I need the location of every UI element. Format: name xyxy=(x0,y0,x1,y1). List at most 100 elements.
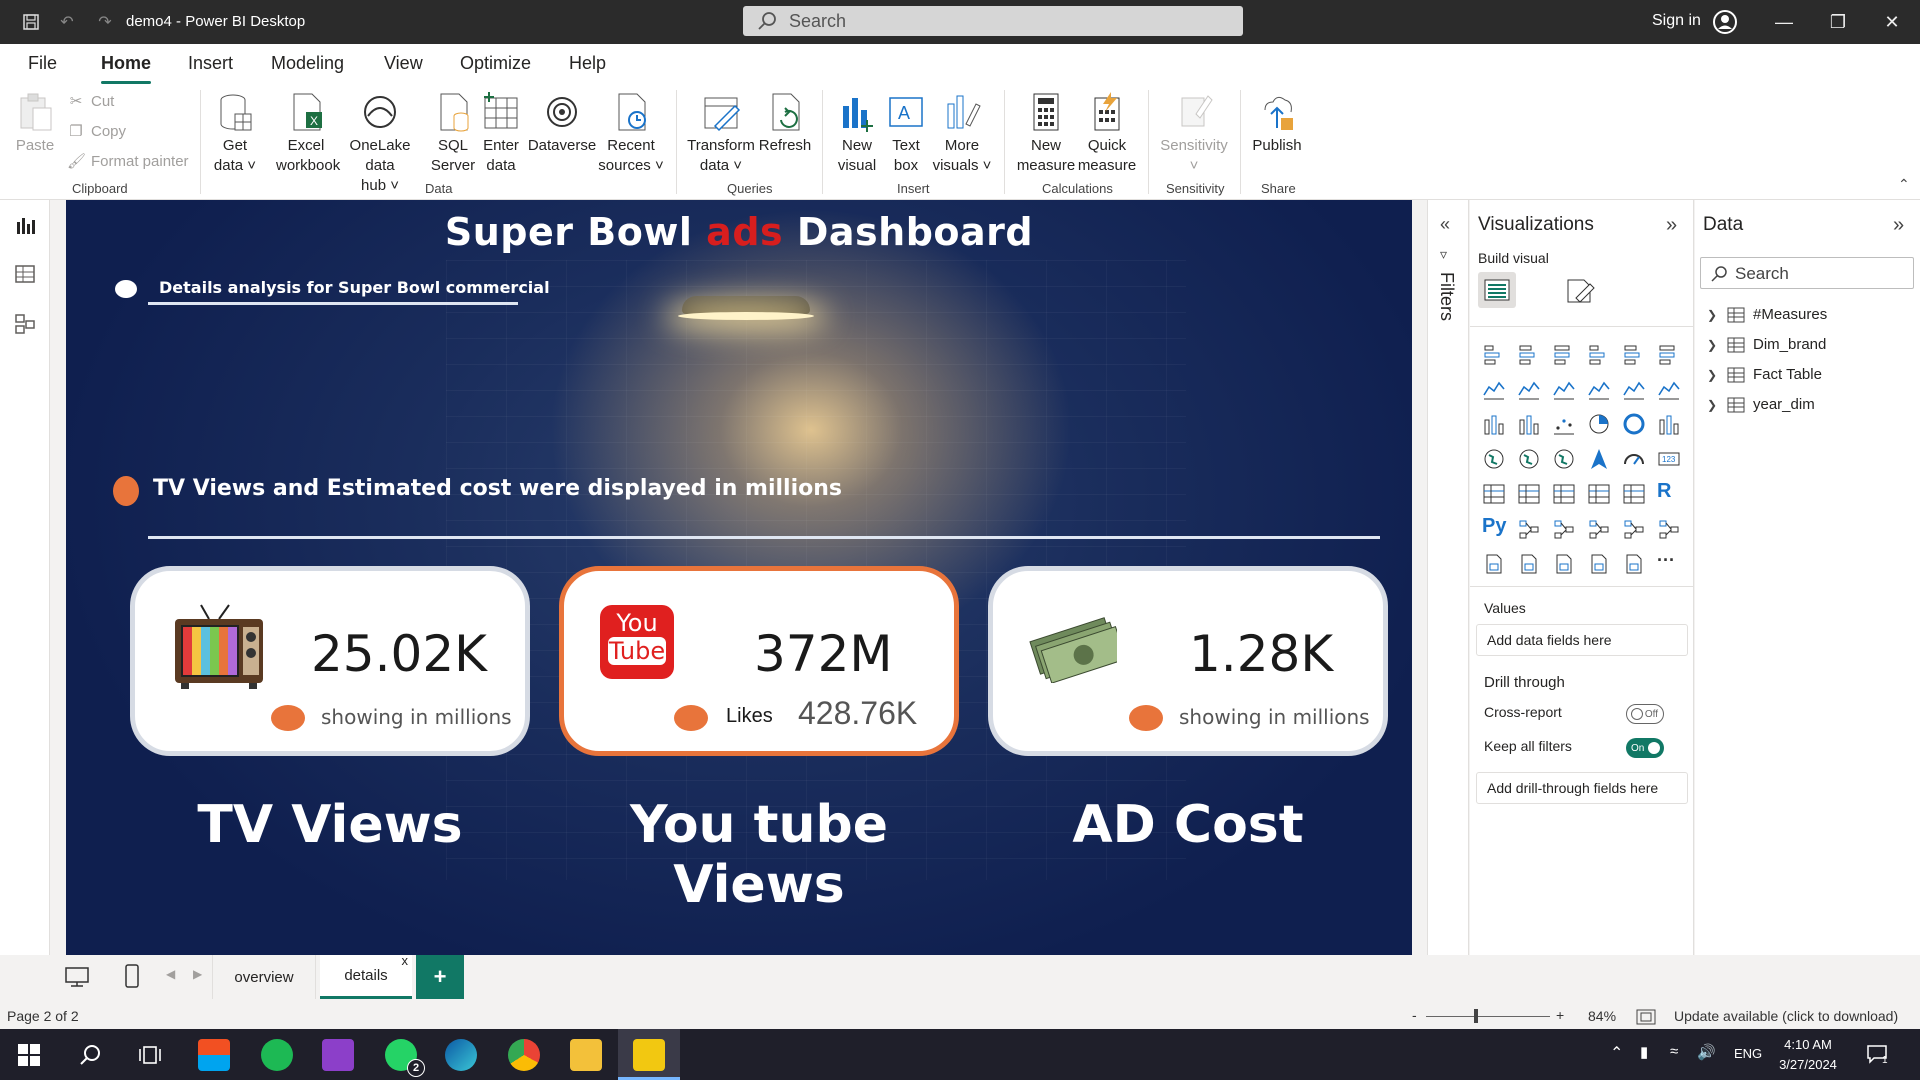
edge-icon[interactable] xyxy=(445,1039,477,1071)
line-chart-icon[interactable] xyxy=(1482,377,1506,401)
fit-to-page-icon[interactable] xyxy=(1636,1008,1656,1026)
copy-button[interactable]: ❐ Copy xyxy=(67,122,126,141)
paginated-report-icon[interactable] xyxy=(1482,552,1506,576)
line-clustered-column-chart-icon[interactable] xyxy=(1587,377,1611,401)
clustered-column-chart-icon[interactable] xyxy=(1587,342,1611,366)
matrix-icon[interactable] xyxy=(1622,482,1646,506)
wifi-icon[interactable]: ≈ xyxy=(1670,1043,1678,1060)
table-item[interactable]: ❯ year_dim xyxy=(1707,396,1815,413)
zoom-out-button[interactable]: - xyxy=(1412,1007,1417,1023)
language-indicator[interactable]: ENG xyxy=(1734,1046,1762,1061)
onelake-hub-button[interactable]: OneLake data hub ˅ xyxy=(334,90,426,196)
volume-icon[interactable]: 🔊 xyxy=(1697,1043,1716,1061)
previous-page-icon[interactable]: ◀ xyxy=(166,967,175,981)
redo-icon[interactable]: ↷ xyxy=(94,11,116,33)
add-page-button[interactable]: + xyxy=(416,955,464,999)
close-icon[interactable]: ✕ xyxy=(1880,10,1904,34)
ad-cost-card[interactable]: 1.28K showing in millions xyxy=(988,566,1388,756)
shape-map-icon[interactable] xyxy=(1552,447,1576,471)
publish-button[interactable]: Publish xyxy=(1248,90,1306,156)
r-visual-icon[interactable]: R xyxy=(1657,480,1671,503)
power-automate-icon[interactable] xyxy=(1622,552,1646,576)
next-page-icon[interactable]: ▶ xyxy=(193,967,202,981)
key-influencers-icon[interactable] xyxy=(1517,517,1541,541)
new-visual-button[interactable]: New visual xyxy=(832,90,882,176)
more-visuals-button[interactable]: More visuals ˅ xyxy=(930,90,994,176)
more-visuals-icon[interactable]: ··· xyxy=(1657,550,1675,571)
filters-pane-collapsed[interactable]: « ▿ Filters xyxy=(1427,200,1469,955)
enter-data-button[interactable]: Enter data xyxy=(478,90,524,176)
file-explorer-icon[interactable] xyxy=(570,1039,602,1071)
pdf-app-icon[interactable] xyxy=(322,1039,354,1071)
collapse-data-icon[interactable]: » xyxy=(1893,214,1904,237)
area-chart-icon[interactable] xyxy=(1517,377,1541,401)
chrome-icon[interactable] xyxy=(508,1039,540,1071)
format-visual-icon[interactable] xyxy=(1564,276,1596,306)
map-icon[interactable] xyxy=(1482,447,1506,471)
transform-data-button[interactable]: Transform data ˅ xyxy=(686,90,756,176)
filled-map-icon[interactable] xyxy=(1517,447,1541,471)
line-stacked-column-chart-icon[interactable] xyxy=(1622,377,1646,401)
waterfall-chart-icon[interactable] xyxy=(1482,412,1506,436)
tv-views-card[interactable]: 25.02K showing in millions xyxy=(130,566,530,756)
azure-map-icon[interactable] xyxy=(1587,447,1611,471)
metrics-icon[interactable] xyxy=(1657,517,1681,541)
new-slicer-icon[interactable] xyxy=(1552,552,1576,576)
stacked-column-chart-icon[interactable] xyxy=(1517,342,1541,366)
refresh-button[interactable]: Refresh xyxy=(756,90,814,156)
desktop-layout-icon[interactable] xyxy=(64,965,90,989)
recent-sources-button[interactable]: Recent sources ˅ xyxy=(596,90,666,176)
build-visual-tab[interactable] xyxy=(1478,272,1516,308)
tab-overview[interactable]: overview xyxy=(212,955,316,999)
power-bi-icon[interactable] xyxy=(633,1039,665,1071)
menu-optimize[interactable]: Optimize xyxy=(460,53,531,74)
update-available-link[interactable]: Update available (click to download) xyxy=(1674,1008,1898,1024)
menu-insert[interactable]: Insert xyxy=(188,53,233,74)
menu-file[interactable]: File xyxy=(28,53,57,74)
drill-through-well[interactable]: Add drill-through fields here xyxy=(1476,772,1688,804)
100-stacked-bar-chart-icon[interactable] xyxy=(1622,342,1646,366)
new-measure-button[interactable]: New measure xyxy=(1014,90,1078,176)
excel-workbook-button[interactable]: X Excel workbook xyxy=(276,90,340,176)
donut-chart-icon[interactable] xyxy=(1622,412,1646,436)
model-view-icon[interactable] xyxy=(13,312,37,336)
mobile-layout-icon[interactable] xyxy=(124,963,140,989)
microsoft-store-icon[interactable] xyxy=(198,1039,230,1071)
minimize-icon[interactable]: — xyxy=(1772,10,1796,34)
power-apps-icon[interactable] xyxy=(1587,552,1611,576)
spotify-icon[interactable] xyxy=(261,1039,293,1071)
collapse-visualizations-icon[interactable]: » xyxy=(1666,214,1677,237)
taskbar-search-icon[interactable] xyxy=(78,1043,102,1067)
search-input[interactable]: Search xyxy=(743,6,1243,36)
user-avatar-icon[interactable] xyxy=(1712,9,1738,35)
ribbon-chart-icon[interactable] xyxy=(1657,377,1681,401)
cross-report-toggle[interactable]: Off xyxy=(1626,704,1664,724)
battery-icon[interactable]: ▮ xyxy=(1640,1043,1648,1061)
collapse-ribbon-icon[interactable]: ⌃ xyxy=(1898,176,1910,193)
decomposition-tree-icon[interactable] xyxy=(1552,517,1576,541)
sql-server-button[interactable]: SQL Server xyxy=(428,90,478,176)
menu-modeling[interactable]: Modeling xyxy=(271,53,344,74)
tab-details[interactable]: details x xyxy=(320,953,412,999)
zoom-in-button[interactable]: + xyxy=(1556,1007,1564,1023)
paste-button[interactable]: Paste xyxy=(14,90,56,156)
table-item[interactable]: ❯ Dim_brand xyxy=(1707,336,1826,353)
save-icon[interactable] xyxy=(20,11,42,33)
task-view-icon[interactable] xyxy=(138,1043,162,1067)
100-stacked-column-chart-icon[interactable] xyxy=(1657,342,1681,366)
close-tab-icon[interactable]: x xyxy=(402,953,409,968)
smart-narrative-icon[interactable] xyxy=(1622,517,1646,541)
sign-in-link[interactable]: Sign in xyxy=(1652,12,1701,30)
report-view-icon[interactable] xyxy=(13,214,37,238)
python-visual-icon[interactable]: Py xyxy=(1482,515,1506,538)
format-painter-button[interactable]: 🖌 Format painter xyxy=(67,152,189,171)
menu-home[interactable]: Home xyxy=(101,53,152,84)
report-canvas[interactable]: Super Bowl ads Dashboard Details analysi… xyxy=(66,200,1412,955)
card-icon[interactable]: 123 xyxy=(1657,447,1681,471)
new-card-icon[interactable] xyxy=(1517,552,1541,576)
undo-icon[interactable]: ↶ xyxy=(56,11,78,33)
restore-icon[interactable]: ❐ xyxy=(1826,10,1850,34)
sensitivity-button[interactable]: Sensitivity ˅ xyxy=(1156,90,1232,176)
quick-measure-button[interactable]: Quick measure xyxy=(1074,90,1140,176)
zoom-slider[interactable] xyxy=(1426,1016,1550,1017)
